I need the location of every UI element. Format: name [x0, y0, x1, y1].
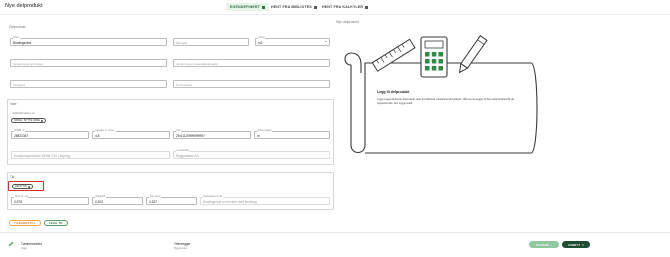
hent-tid-label: HENT TID	[15, 185, 27, 188]
kommentar-field[interactable]: Kommentar	[173, 80, 330, 88]
tab-hent-fra-bibliotek[interactable]: HENT FRA BIBLIOTEK	[267, 3, 321, 11]
mengde-per-enhet-field[interactable]: Mengde pr. enhet 4,8	[92, 129, 170, 139]
kommentar-placeholder: Kommentar	[176, 83, 192, 88]
header-bar: Nye delprodukt EGENDEFINERT HENT FRA BIB…	[0, 0, 670, 14]
enhet-salgs-value: m	[257, 134, 260, 139]
enhet-salgs-caption: Enhet (salgs)	[257, 129, 273, 133]
tilbakestill-button[interactable]: TILBAKESTILL	[9, 220, 41, 226]
justering-grunnlag-field[interactable]: Justering av grunnlag	[10, 59, 167, 67]
close-icon: ×	[582, 242, 584, 247]
footer-item2-title: Yttervegger	[174, 242, 191, 246]
legg-til-label: LEGG TIL	[48, 221, 64, 225]
navn-caption: Navn	[13, 36, 20, 40]
utregnet-field[interactable]: Utregnet	[10, 80, 167, 88]
enhet-salgs-field[interactable]: Enhet (salgs) m	[254, 129, 330, 139]
timer-value: 0,578	[14, 200, 22, 205]
tid-beskrivelse-field: Beskrivelse av tid Bindingsverk av trevi…	[200, 195, 330, 205]
chevron-down-icon	[325, 41, 327, 43]
edit-icon[interactable]	[8, 241, 14, 247]
nobb-nr-caption: NOBB nr.	[14, 129, 26, 133]
section-label-delprodukt: Delprodukt	[9, 25, 26, 29]
justering-materialkostnader-field[interactable]: Justering av materialkostnader	[173, 59, 330, 67]
finne-bytte-vare-button[interactable]: FINNE / BYTTE VARE	[11, 118, 46, 123]
tab-kalkyler-label: HENT FRA KALKYLER	[322, 5, 364, 9]
sum-timer-caption: Sum timer	[149, 195, 161, 199]
enhet-select[interactable]: Enhet m2	[255, 36, 330, 46]
tid-beskrivelse-value: Bindingsverk av trevirke med kledning	[203, 200, 257, 205]
timer-field[interactable]: Timer pr. m2 0,578	[11, 195, 89, 205]
tilbake-label: TILBAKE	[535, 242, 549, 247]
enhet-caption: Enhet	[258, 36, 266, 40]
header-divider	[0, 14, 670, 15]
footer-divider	[0, 232, 670, 233]
copy-icon	[261, 5, 265, 9]
navn-field[interactable]: Navn Bindingsverk	[10, 36, 167, 46]
mengde-per-enhet-caption: Mengde pr. enhet	[95, 129, 115, 133]
leverandor-value: Byggmakker AS	[176, 154, 199, 159]
mengde-per-enhet-value: 4,8	[95, 134, 100, 139]
empty-state-illustration	[344, 35, 538, 154]
tid-beskrivelse-caption: Beskrivelse av tid	[203, 195, 223, 199]
tilbakestill-label: TILBAKESTILL	[14, 221, 36, 225]
leverandor-caption: Leverandør	[176, 149, 190, 153]
navn-value: Bindingsverk	[13, 41, 32, 46]
book-icon	[314, 5, 318, 9]
sum-timer-value: 0,337	[149, 200, 157, 205]
nobb-nr-field[interactable]: NOBB nr. 25831367	[11, 129, 89, 139]
preview-heading: Nye delprodukt	[336, 20, 359, 24]
justering-grunnlag-placeholder: Justering av grunnlag	[13, 62, 43, 67]
tab-hent-fra-kalkyler[interactable]: HENT FRA KALKYLER	[318, 3, 372, 11]
mengde-placeholder: Mengde	[176, 41, 188, 46]
tab-bibliotek-label: HENT FRA BIBLIOTEK	[271, 5, 313, 9]
footer-item-sub: Vegg	[21, 247, 27, 250]
legg-til-button[interactable]: LEGG TIL	[44, 220, 68, 226]
rigg-caption: Rigg/drift	[95, 195, 106, 199]
tab-egendefinert[interactable]: EGENDEFINERT	[226, 3, 269, 11]
chevron-right-icon: ›	[551, 242, 553, 247]
timer-caption: Timer pr. m2	[14, 195, 29, 199]
nobb-link[interactable]: nobbforbrukere.no	[12, 111, 35, 115]
rigg-field[interactable]: Rigg/drift 0,203	[92, 195, 143, 205]
page-title: Nye delprodukt	[5, 3, 43, 9]
clock-icon	[27, 185, 30, 188]
mengde-field[interactable]: Mengde	[173, 38, 249, 46]
hent-tid-button[interactable]: HENT TID	[12, 184, 33, 189]
avbryt-label: AVBRYT	[568, 242, 581, 247]
tilbake-button[interactable]: TILBAKE ›	[529, 241, 559, 248]
enhet-value: m2	[258, 41, 263, 46]
calculator-icon	[365, 5, 369, 9]
nobb-link-text: nobbforbrukere.no	[12, 111, 35, 115]
leverandor-field: Leverandør Byggmakker AS	[173, 149, 330, 159]
vare-beskrivelse-field: Konstruksjonsvirke 48x98 C24 / Impreg.	[11, 151, 170, 159]
rigg-value: 0,203	[95, 200, 103, 205]
tid-heading: Tid	[10, 175, 15, 179]
tab-egendefinert-label: EGENDEFINERT	[230, 5, 260, 9]
empty-state-text: Legg til egendefinerte delprodukt, eller…	[377, 98, 515, 105]
empty-state-title: Legg til delprodukt	[377, 90, 410, 94]
pris-field[interactable]: Pris 29,61119999999997	[173, 129, 251, 139]
avbryt-button[interactable]: AVBRYT ×	[562, 241, 590, 248]
vare-heading: Vare	[10, 102, 17, 106]
footer-item-title: Tømmerarbeid	[21, 242, 42, 246]
sum-timer-field[interactable]: Sum timer 0,337	[146, 195, 197, 205]
finne-bytte-vare-label: FINNE / BYTTE VARE	[14, 119, 40, 122]
pris-caption: Pris	[176, 129, 182, 133]
swap-icon	[40, 119, 43, 122]
vare-beskrivelse-value: Konstruksjonsvirke 48x98 C24 / Impreg.	[14, 154, 71, 159]
pris-value: 29,61119999999997	[176, 134, 205, 139]
utregnet-placeholder: Utregnet	[13, 83, 25, 88]
nobb-nr-value: 25831367	[14, 134, 29, 139]
justering-materialkostnader-placeholder: Justering av materialkostnader	[176, 62, 219, 67]
footer-item2-sub: Byggmodell	[174, 247, 188, 250]
